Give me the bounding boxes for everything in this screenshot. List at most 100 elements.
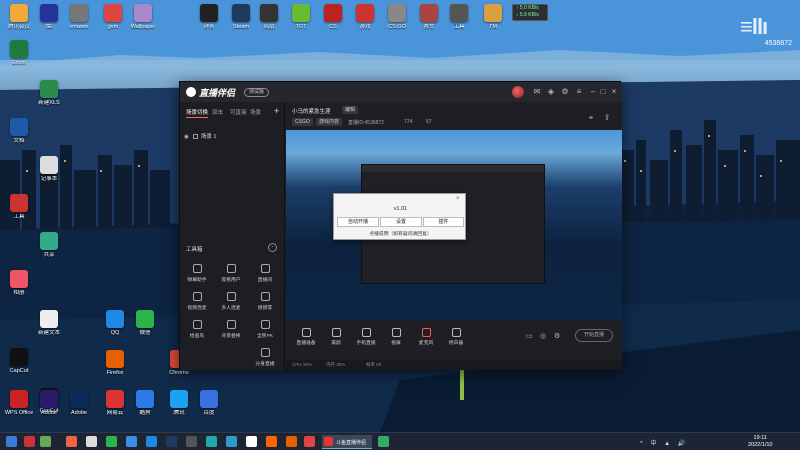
taskbar-qq-icon[interactable] — [146, 436, 157, 447]
toolbox-tool[interactable]: 全民PK — [250, 320, 280, 344]
shortcut-label: TM — [489, 24, 497, 30]
start-live-button[interactable]: 开始直播 — [575, 329, 613, 342]
desktop-shortcut[interactable]: vmware — [60, 4, 98, 44]
settings-icon[interactable]: ⚙ — [560, 87, 570, 97]
toolbox-tool[interactable]: 多人连麦 — [216, 292, 246, 316]
taskbar-app-icon[interactable] — [86, 436, 97, 447]
content-tag[interactable]: 游戏内容 — [316, 118, 343, 126]
desktop-shortcut[interactable]: 百度 — [190, 390, 228, 430]
taskbar-steam-icon[interactable] — [166, 436, 177, 447]
auto-start-button[interactable]: 自动开播 — [337, 217, 379, 227]
tab-scene-list[interactable]: 场景 — [250, 108, 261, 116]
game-category-tag[interactable]: CSGO — [292, 118, 313, 126]
toolbox-collapse-button[interactable]: - — [268, 243, 277, 252]
scene-item[interactable]: ◉ 场景 1 — [184, 132, 280, 142]
taskbar-active-window[interactable]: 斗鱼直播伴侣 — [322, 435, 372, 449]
gift-icon[interactable]: ◈ — [546, 87, 556, 97]
taskbar-firefox-icon[interactable] — [286, 436, 297, 447]
broadcast-tool-button[interactable]: 麦克风 — [412, 328, 440, 346]
start-menu-icon[interactable] — [6, 436, 17, 447]
taskbar-app-icon[interactable] — [40, 436, 51, 447]
desktop-shortcut[interactable]: 记事本 — [30, 156, 68, 196]
toolbox-tool[interactable]: 视频连麦 — [182, 292, 212, 316]
tool-icon — [226, 320, 236, 329]
minimize-icon[interactable]: – — [588, 87, 598, 97]
user-avatar[interactable] — [512, 86, 524, 98]
tool-icon — [192, 320, 202, 329]
pin-icon[interactable]: ⌖ — [586, 113, 596, 123]
gear-icon[interactable]: ⚙ — [554, 332, 560, 340]
desktop-shortcut[interactable]: Excel — [0, 40, 38, 80]
desktop-shortcut[interactable]: Wallpaper — [124, 4, 162, 44]
system-tray[interactable]: ^ 中 ▲ 🔊 — [640, 438, 688, 447]
desktop-shortcut[interactable]: CapCut — [0, 348, 38, 388]
share-icon[interactable]: ⇪ — [602, 113, 612, 123]
taskbar-app-icon[interactable] — [24, 436, 35, 447]
tool-label: 绘画鸟 — [189, 334, 205, 339]
desktop-shortcut[interactable]: 新建文本 — [30, 310, 68, 350]
desktop-shortcut[interactable]: Firefox — [96, 350, 134, 390]
toolbox-tool[interactable]: 摸摸等 — [250, 292, 280, 316]
app-logo-icon — [186, 87, 196, 97]
desktop-shortcut[interactable]: TM — [474, 4, 512, 44]
close-icon[interactable]: × — [609, 87, 619, 97]
add-scene-button[interactable]: + — [274, 106, 279, 116]
dialog-help-link[interactable]: 点播说明（如有疑问请回复） — [334, 230, 467, 237]
tool-label: 直播间 — [257, 278, 273, 283]
broadcast-tool-button[interactable]: 美颜 — [322, 328, 350, 346]
toolbox-tool[interactable]: 背景替换 — [216, 320, 246, 344]
maximize-icon[interactable]: □ — [598, 87, 608, 97]
camera-icon[interactable]: ▭ — [526, 332, 533, 340]
desktop-shortcut[interactable]: 文档 — [0, 118, 38, 158]
desktop-shortcut[interactable]: 共享 — [30, 232, 68, 272]
tool-icon — [226, 292, 236, 301]
taskbar-app-icon[interactable] — [206, 436, 217, 447]
visibility-eye-icon[interactable]: ◉ — [184, 134, 189, 140]
tool-icon — [192, 292, 202, 301]
taskbar-app-icon[interactable] — [378, 436, 389, 447]
taskbar-app-icon[interactable] — [266, 436, 277, 447]
app-shortcut-icon — [10, 270, 28, 288]
app-shortcut-icon — [70, 390, 88, 408]
edit-room-button[interactable]: 编辑 — [342, 106, 359, 114]
settings-button[interactable]: 设置 — [380, 217, 422, 227]
desktop-shortcut[interactable]: 新建XLS — [30, 80, 68, 120]
taskbar-wechat-icon[interactable] — [106, 436, 117, 447]
desktop-shortcut[interactable]: 工具 — [0, 194, 38, 234]
broadcast-tool-button[interactable]: 直播准备 — [292, 328, 320, 346]
taskbar-app-icon[interactable] — [226, 436, 237, 447]
stream-preview[interactable]: × v1.01 自动开播 设置 插件 点播说明（如有疑问请回复） — [286, 130, 622, 320]
message-icon[interactable]: ✉ — [532, 87, 542, 97]
broadcast-tool-button[interactable]: 手机直播 — [352, 328, 380, 346]
app-titlebar[interactable]: 直播伴侣 测试版 ✉ ◈ ⚙ ≡ – □ × — [180, 82, 622, 102]
scene-item-label: 场景 1 — [200, 134, 217, 140]
desktop-shortcut[interactable]: 微信 — [126, 310, 164, 350]
taskbar-app-icon[interactable] — [186, 436, 197, 447]
broadcast-tool-icon — [301, 328, 311, 337]
taskbar-app-icon[interactable] — [126, 436, 137, 447]
toolbox-tool[interactable]: 分身直播 — [250, 348, 280, 372]
app-shortcut-icon — [420, 4, 438, 22]
tab-direct[interactable]: 可直接 — [230, 108, 247, 116]
taskbar-app-icon[interactable] — [304, 436, 315, 447]
desktop-shortcut[interactable]: 工具 — [440, 4, 478, 44]
desktop-shortcut[interactable]: 相册 — [0, 270, 38, 310]
mic-test-icon[interactable]: ◎ — [540, 332, 546, 340]
toolbox-tool[interactable]: 直播间 — [250, 264, 280, 288]
desktop-shortcut[interactable]: 酷狗 — [126, 390, 164, 430]
toolbox-tool[interactable]: 绘画鸟 — [182, 320, 212, 344]
taskbar-app-icon[interactable] — [246, 436, 257, 447]
tab-scenes[interactable]: 场景切换 — [186, 108, 209, 118]
toolbox-tool[interactable]: 弹幕助手 — [182, 264, 212, 288]
desktop-shortcut[interactable]: Adobe — [60, 390, 98, 430]
tab-double-click[interactable]: 双击 — [212, 108, 223, 116]
plugin-button[interactable]: 插件 — [423, 217, 464, 227]
dialog-close-icon[interactable]: × — [456, 196, 460, 202]
taskbar-app-icon[interactable] — [66, 436, 77, 447]
toolbox-tool[interactable]: 观看用户 — [216, 264, 246, 288]
app-shortcut-icon — [356, 4, 374, 22]
taskbar-clock[interactable]: 19:11 2022/1/10 — [748, 435, 772, 449]
broadcast-tool-button[interactable]: 投屏 — [382, 328, 410, 346]
broadcast-tool-button[interactable]: 扬声器 — [442, 328, 470, 346]
menu-icon[interactable]: ≡ — [574, 87, 584, 97]
